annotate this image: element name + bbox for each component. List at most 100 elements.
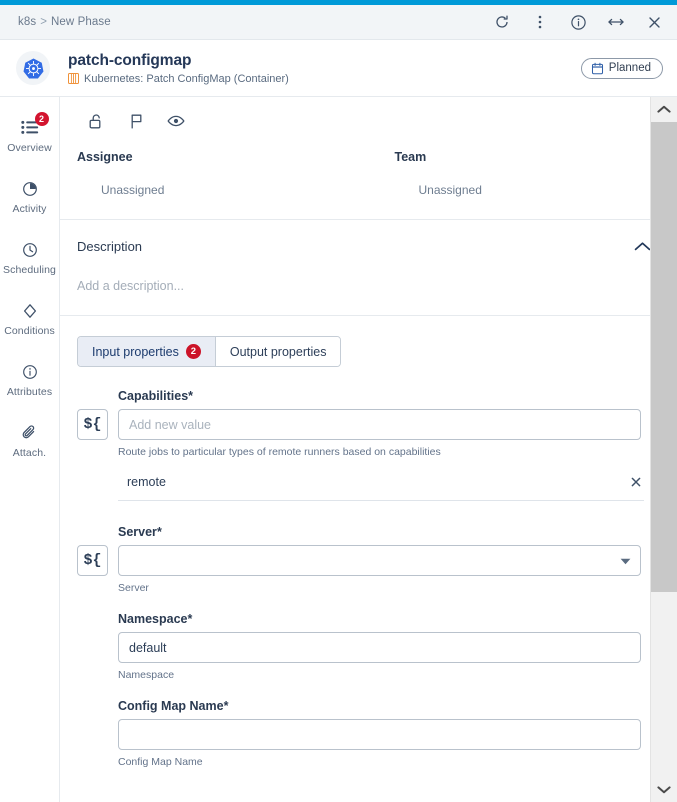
sidebar-item-attachments[interactable]: Attach.: [0, 410, 59, 471]
field-capabilities: Capabilities* ${ Route jobs to partic: [60, 389, 677, 501]
sidebar-item-conditions[interactable]: Conditions: [0, 288, 59, 349]
sidebar-label-scheduling: Scheduling: [3, 263, 56, 276]
field-namespace-required: *: [187, 612, 193, 626]
status-badge[interactable]: Planned: [580, 57, 663, 79]
expression-toggle-server[interactable]: ${: [77, 545, 108, 576]
breadcrumb-current[interactable]: New Phase: [51, 16, 111, 28]
tab-input-properties-label: Input properties: [92, 344, 179, 359]
capabilities-value-text: remote: [127, 475, 166, 489]
field-capabilities-required: *: [188, 389, 194, 403]
config-map-name-input[interactable]: [118, 719, 641, 750]
team-value[interactable]: Unassigned: [395, 183, 677, 197]
calendar-icon: [591, 62, 604, 75]
description-header: Description: [60, 220, 677, 255]
expression-toggle-capabilities[interactable]: ${: [77, 409, 108, 440]
server-select[interactable]: [118, 545, 641, 576]
properties-tabs-wrap: Input properties 2 Output properties: [60, 316, 677, 367]
tab-output-properties[interactable]: Output properties: [215, 337, 341, 366]
sidebar-label-activity: Activity: [12, 202, 47, 215]
page-subtitle: Kubernetes: Patch ConfigMap (Container): [84, 72, 289, 85]
diamond-icon: [19, 301, 41, 321]
chevron-up-icon[interactable]: [633, 237, 651, 255]
close-icon[interactable]: [628, 474, 644, 490]
breadcrumb: k8s > New Phase: [18, 16, 111, 28]
expand-width-icon[interactable]: [607, 13, 625, 31]
window-actions: [493, 13, 663, 31]
scroll-up-button[interactable]: [651, 97, 677, 122]
field-config-map-name-label: Config Map Name*: [118, 699, 677, 713]
assignee-block: Assignee Unassigned: [60, 150, 369, 197]
field-namespace-row: [77, 632, 677, 663]
left-rail: 2 Overview Activity Scheduling Condition…: [0, 97, 60, 802]
tab-output-properties-label: Output properties: [229, 344, 327, 359]
field-config-map-name-row: [77, 719, 677, 750]
sidebar-badge-overview: 2: [34, 111, 49, 126]
status-badge-label: Planned: [608, 62, 651, 74]
sidebar-item-scheduling[interactable]: Scheduling: [0, 227, 59, 288]
assignee-label: Assignee: [77, 150, 133, 164]
refresh-icon[interactable]: [493, 13, 511, 31]
kubernetes-logo-icon: [16, 51, 50, 85]
breadcrumb-root[interactable]: k8s: [18, 16, 36, 28]
sidebar-label-conditions: Conditions: [4, 324, 55, 337]
main-panel: Assignee Unassigned Team Unassigned Desc…: [60, 97, 677, 802]
field-capabilities-hint: Route jobs to particular types of remote…: [118, 446, 441, 458]
body: 2 Overview Activity Scheduling Condition…: [0, 97, 677, 802]
lock-open-icon[interactable]: [86, 111, 106, 131]
more-options-icon[interactable]: [531, 13, 549, 31]
field-server: Server* ${Server: [60, 525, 677, 594]
namespace-input[interactable]: [118, 632, 641, 663]
title-block: patch-configmap Kubernetes: Patch Config…: [68, 52, 289, 85]
team-block: Team Unassigned: [369, 150, 677, 197]
field-namespace-label: Namespace*: [118, 612, 677, 626]
clock-icon: [19, 240, 41, 260]
page-title: patch-configmap: [68, 51, 192, 69]
info-circle-icon: [19, 362, 41, 382]
info-icon[interactable]: [569, 13, 587, 31]
field-server-label: Server*: [118, 525, 677, 539]
field-namespace-hint: Namespace: [118, 669, 175, 681]
field-namespace: Namespace* Namespace: [60, 612, 677, 681]
page-subtitle-row: Kubernetes: Patch ConfigMap (Container): [68, 73, 289, 85]
sidebar-item-activity[interactable]: Activity: [0, 166, 59, 227]
vertical-scrollbar[interactable]: [650, 97, 677, 802]
description-placeholder[interactable]: Add a description...: [60, 255, 677, 293]
field-config-map-name-hint: Config Map Name: [118, 756, 203, 768]
properties-form: Capabilities* ${ Route jobs to partic: [60, 367, 677, 768]
tab-input-properties[interactable]: Input properties 2: [78, 337, 216, 366]
eye-icon[interactable]: [166, 111, 186, 131]
field-capabilities-row: ${: [77, 409, 677, 440]
sidebar-label-attachments: Attach.: [12, 446, 47, 459]
close-icon[interactable]: [645, 13, 663, 31]
sidebar-item-overview[interactable]: 2 Overview: [0, 105, 59, 166]
team-label: Team: [394, 150, 427, 164]
container-icon: [68, 73, 79, 84]
field-server-row: ${: [77, 545, 677, 576]
application-window: k8s > New Phase patch-configmap Kubernet…: [0, 0, 677, 802]
tab-input-properties-badge: 2: [185, 344, 201, 359]
list-icon: 2: [19, 111, 49, 138]
capabilities-input[interactable]: [118, 409, 641, 440]
field-namespace-label-text: Namespace: [118, 612, 188, 626]
scrollbar-track[interactable]: [651, 122, 677, 777]
scroll-down-button[interactable]: [651, 777, 677, 802]
flag-icon[interactable]: [126, 111, 146, 131]
entity-header: patch-configmap Kubernetes: Patch Config…: [0, 40, 677, 97]
meta-row: Assignee Unassigned Team Unassigned: [60, 143, 677, 197]
scrollbar-thumb[interactable]: [651, 122, 677, 592]
properties-tabs: Input properties 2 Output properties: [77, 336, 342, 367]
field-config-map-name-required: *: [223, 699, 229, 713]
field-capabilities-label: Capabilities*: [118, 389, 677, 403]
sidebar-item-attributes[interactable]: Attributes: [0, 349, 59, 410]
description-title: Description: [77, 238, 143, 254]
entity-toolbar: [60, 97, 677, 143]
field-config-map-name-label-text: Config Map Name: [118, 699, 224, 713]
capabilities-value-row: remote: [118, 474, 644, 501]
field-config-map-name: Config Map Name* Config Map Name: [60, 699, 677, 768]
assignee-value[interactable]: Unassigned: [77, 183, 369, 197]
field-server-label-text: Server: [118, 525, 157, 539]
main-scroll-area: Assignee Unassigned Team Unassigned Desc…: [60, 97, 677, 802]
